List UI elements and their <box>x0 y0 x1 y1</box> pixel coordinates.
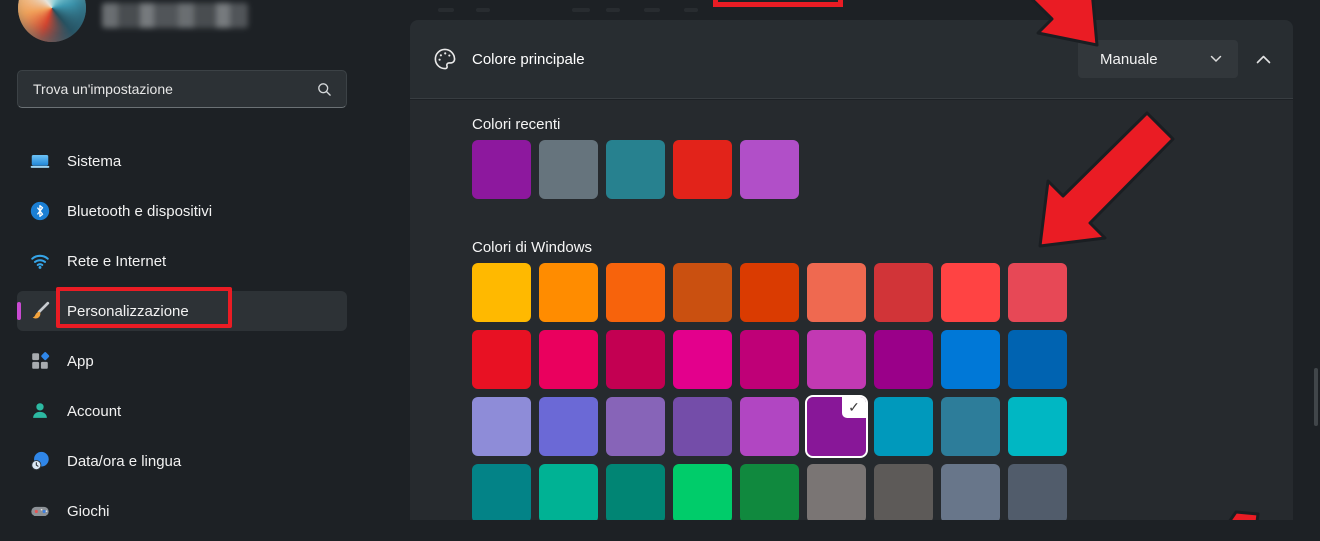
recent-color-swatch[interactable] <box>472 140 531 199</box>
windows-color-swatch[interactable] <box>1008 464 1067 520</box>
recent-color-swatch[interactable] <box>740 140 799 199</box>
search-input[interactable] <box>18 71 346 107</box>
sidebar-item-giochi[interactable]: Giochi <box>17 491 347 531</box>
windows-color-swatch[interactable] <box>606 263 665 322</box>
topstrip-remnant <box>684 8 698 12</box>
palette-icon <box>432 46 458 72</box>
windows-color-swatch[interactable] <box>539 464 598 520</box>
windows-color-swatch[interactable] <box>539 263 598 322</box>
windows-color-swatch[interactable] <box>941 397 1000 456</box>
sidebar-item-label: Bluetooth e dispositivi <box>67 202 213 220</box>
settings-sidebar: Sistema Bluetooth e dispositivi Rete e Int… <box>0 0 398 520</box>
personalization-icon <box>29 300 51 322</box>
sidebar-item-data-ora-e-lingua[interactable]: Data/ora e lingua <box>17 441 347 481</box>
windows-color-swatch[interactable] <box>740 263 799 322</box>
windows-color-swatch[interactable] <box>606 397 665 456</box>
sidebar-nav: Sistema Bluetooth e dispositivi Rete e Int… <box>17 141 347 541</box>
user-name-redacted <box>102 3 248 28</box>
apps-icon <box>29 350 51 372</box>
recent-colors-label: Colori recenti <box>472 116 561 133</box>
windows-color-swatch[interactable] <box>1008 263 1067 322</box>
sidebar-item-account[interactable]: Account <box>17 391 347 431</box>
check-icon: ✓ <box>842 397 866 418</box>
windows-color-swatch[interactable] <box>874 464 933 520</box>
windows-color-swatch[interactable] <box>874 330 933 389</box>
sidebar-item-label: Rete e Internet <box>67 252 167 270</box>
windows-color-swatch[interactable] <box>673 464 732 520</box>
windows-color-swatch[interactable] <box>1008 397 1067 456</box>
system-icon <box>29 150 51 172</box>
sidebar-item-label: App <box>67 352 94 370</box>
primary-color-expander[interactable]: Colore principale Manuale <box>410 20 1293 99</box>
topstrip-remnant <box>606 8 620 12</box>
chevron-down-icon <box>1210 55 1222 63</box>
windows-color-swatch[interactable] <box>941 330 1000 389</box>
sidebar-item-label: Giochi <box>67 502 110 520</box>
windows-color-swatch[interactable] <box>941 263 1000 322</box>
sidebar-item-rete-e-internet[interactable]: Rete e Internet <box>17 241 347 281</box>
annotation-box-personalization <box>56 287 232 328</box>
sidebar-item-label: Data/ora e lingua <box>67 452 182 470</box>
windows-color-swatch[interactable] <box>941 464 1000 520</box>
recent-colors-row <box>472 140 799 199</box>
windows-color-swatch[interactable] <box>539 397 598 456</box>
windows-colors-grid: ✓ <box>472 263 1067 520</box>
search-box[interactable] <box>17 70 347 108</box>
topstrip-remnant <box>644 8 660 12</box>
recent-color-swatch[interactable] <box>606 140 665 199</box>
bluetooth-icon <box>29 200 51 222</box>
windows-color-swatch[interactable] <box>740 397 799 456</box>
windows-color-swatch[interactable] <box>606 330 665 389</box>
windows-color-swatch[interactable] <box>874 397 933 456</box>
windows-color-swatch[interactable] <box>472 330 531 389</box>
windows-color-swatch[interactable] <box>874 263 933 322</box>
sidebar-item-label: Sistema <box>67 152 122 170</box>
datetime-icon <box>29 450 51 472</box>
sidebar-item-app[interactable]: App <box>17 341 347 381</box>
account-icon <box>29 400 51 422</box>
games-icon <box>29 500 51 522</box>
search-icon <box>316 81 333 103</box>
topstrip-remnant <box>438 8 454 12</box>
windows-color-swatch[interactable] <box>740 330 799 389</box>
sidebar-item-label: Account <box>67 402 122 420</box>
windows-color-swatch[interactable] <box>673 330 732 389</box>
windows-color-swatch[interactable] <box>807 263 866 322</box>
windows-colors-label: Colori di Windows <box>472 239 593 256</box>
accent-mode-dropdown[interactable]: Manuale <box>1078 40 1238 78</box>
windows-color-swatch[interactable] <box>673 263 732 322</box>
windows-color-swatch[interactable] <box>807 464 866 520</box>
windows-color-swatch[interactable] <box>472 263 531 322</box>
section-title: Colore principale <box>472 50 585 68</box>
primary-color-panel: Colori recenti Colori di Windows ✓ <box>410 100 1293 520</box>
network-icon <box>29 250 51 272</box>
windows-color-swatch[interactable] <box>472 464 531 520</box>
topstrip-remnant <box>476 8 490 12</box>
dropdown-value: Manuale <box>1100 50 1158 68</box>
windows-color-swatch-selected[interactable]: ✓ <box>805 395 868 458</box>
windows-color-swatch[interactable] <box>606 464 665 520</box>
annotation-box-top-nav <box>713 0 843 7</box>
sidebar-item-bluetooth-e-dispositivi[interactable]: Bluetooth e dispositivi <box>17 191 347 231</box>
windows-color-swatch[interactable] <box>740 464 799 520</box>
selected-indicator-pill <box>17 302 21 320</box>
scrollbar-thumb[interactable] <box>1314 368 1318 426</box>
user-avatar[interactable] <box>18 0 86 42</box>
windows-color-swatch[interactable] <box>472 397 531 456</box>
topstrip-remnant <box>572 8 590 12</box>
chevron-up-icon[interactable] <box>1256 55 1271 64</box>
windows-color-swatch[interactable] <box>1008 330 1067 389</box>
sidebar-item-sistema[interactable]: Sistema <box>17 141 347 181</box>
windows-color-swatch[interactable] <box>539 330 598 389</box>
recent-color-swatch[interactable] <box>673 140 732 199</box>
windows-color-swatch[interactable] <box>673 397 732 456</box>
recent-color-swatch[interactable] <box>539 140 598 199</box>
windows-color-swatch[interactable] <box>807 330 866 389</box>
